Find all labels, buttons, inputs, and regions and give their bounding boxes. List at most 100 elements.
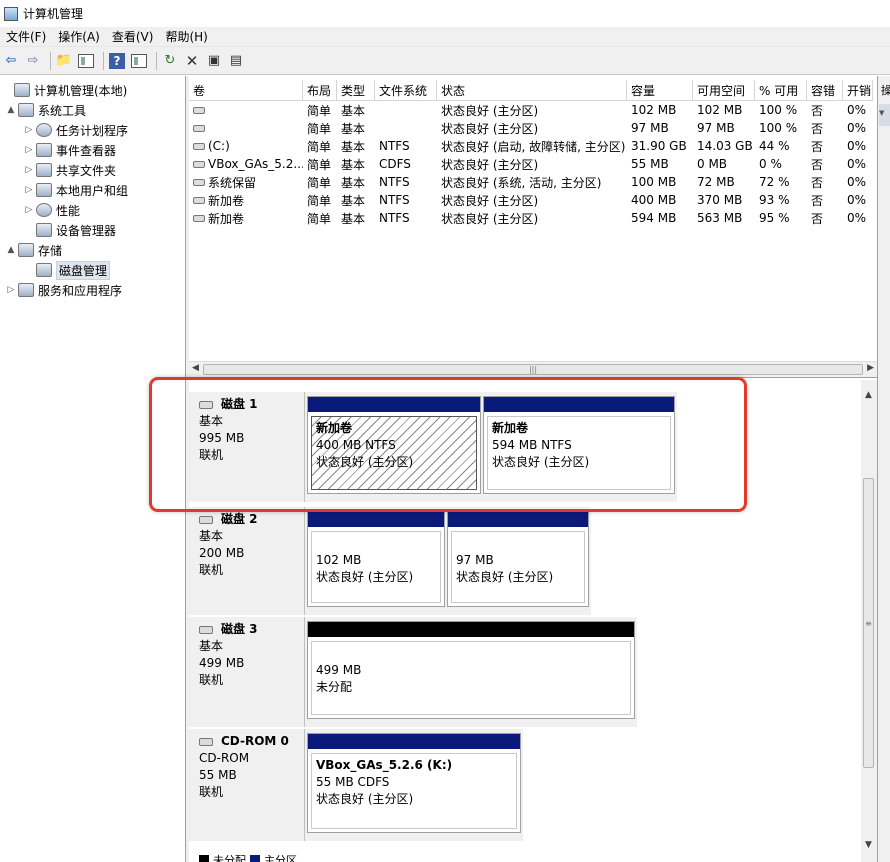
table-row[interactable]: 简单 基本 状态良好 (主分区) 97 MB 97 MB 100 % 否 0% — [189, 119, 873, 137]
partition-block[interactable]: 97 MB 状态良好 (主分区) — [447, 511, 589, 607]
table-cell: 新加卷 — [189, 191, 303, 209]
menu-file[interactable]: 文件(F) — [0, 28, 52, 45]
back-icon[interactable]: ⇦ — [2, 52, 20, 70]
disk-info[interactable]: 磁盘 3 基本 499 MB 联机 — [189, 617, 305, 727]
table-row[interactable]: 新加卷 简单 基本 NTFS 状态良好 (主分区) 594 MB 563 MB 95 % 否 0% — [189, 209, 873, 227]
partition-block[interactable]: VBox_GAs_5.2.6 (K:) 55 MB CDFS 状态良好 (主分区) — [307, 733, 521, 833]
column-header[interactable]: 状态 — [437, 80, 627, 101]
partition-details: 499 MB 未分配 — [311, 641, 631, 715]
tree-item[interactable]: ▷ 任务计划程序 — [24, 120, 128, 140]
column-header[interactable]: 类型 — [337, 80, 375, 101]
help-icon[interactable]: ? — [108, 52, 126, 70]
partition-status: 状态良好 (主分区) — [316, 570, 414, 584]
show-tree-icon[interactable] — [77, 52, 95, 70]
forward-icon[interactable]: ⇨ — [24, 52, 42, 70]
table-row[interactable]: VBox_GAs_5.2.... 简单 基本 CDFS 状态良好 (主分区) 55 MB 0… — [189, 155, 873, 173]
disk-name: 磁盘 2 — [199, 511, 304, 528]
expand-arrow-icon[interactable]: ▷ — [24, 145, 34, 155]
toolbar: ⇦ ⇨ 📁 ? ↻ ✕ ▣ ▤ — [0, 47, 890, 75]
expand-arrow-icon[interactable]: ▷ — [24, 125, 34, 135]
column-header[interactable]: % 可用 — [755, 80, 807, 101]
table-cell: 新加卷 — [189, 209, 303, 227]
partition-status: 状态良好 (主分区) — [456, 570, 554, 584]
disk-row[interactable]: 磁盘 2 基本 200 MB 联机 102 MB 状态良好 (主分区) 97 MB 状态良好 … — [189, 507, 591, 615]
column-header[interactable]: 文件系统 — [375, 80, 437, 101]
volume-name: 系统保留 — [208, 175, 257, 190]
vertical-scrollbar[interactable]: ▲ ≡ ▼ — [861, 380, 877, 862]
tree-item[interactable]: ▷ 共享文件夹 — [24, 160, 116, 180]
panel-icon[interactable] — [130, 52, 148, 70]
volume-list-header: 卷布局 类型 文件系统 状态 容量 可用空间% 可用 容错 开销 — [189, 80, 873, 101]
disk-info[interactable]: 磁盘 2 基本 200 MB 联机 — [189, 507, 305, 615]
expand-arrow-icon[interactable]: ▲ — [6, 105, 16, 115]
table-cell: 否 — [811, 139, 824, 154]
tree-item[interactable]: ▲ 存储 — [6, 240, 62, 260]
disk-info[interactable]: 磁盘 1 基本 995 MB 联机 — [189, 392, 305, 502]
table-row[interactable]: 系统保留 简单 基本 NTFS 状态良好 (系统, 活动, 主分区) 100 MB 72 M… — [189, 173, 873, 191]
column-header[interactable]: 可用空间 — [693, 80, 755, 101]
expand-arrow-icon[interactable]: ▷ — [6, 285, 16, 295]
table-row[interactable]: 新加卷 简单 基本 NTFS 状态良好 (主分区) 400 MB 370 MB 93 % 否 0% — [189, 191, 873, 209]
expand-arrow-icon[interactable]: ▷ — [24, 165, 34, 175]
tree-item[interactable]: 计算机管理(本地) — [2, 80, 127, 100]
table-cell: 44 % — [759, 139, 790, 153]
table-row[interactable]: 简单 基本 状态良好 (主分区) 102 MB 102 MB 100 % 否 0% — [189, 101, 873, 119]
horizontal-scrollbar[interactable]: ◀ ||| ▶ — [189, 361, 877, 377]
disk-name-label: 磁盘 3 — [221, 622, 258, 636]
table-cell: 简单 — [307, 139, 332, 154]
tree-item-label: 性能 — [56, 203, 81, 218]
volume-icon — [193, 160, 205, 168]
expand-arrow-icon[interactable]: ▷ — [24, 185, 34, 195]
partition-status: 未分配 — [316, 680, 353, 694]
tree-item[interactable]: ▷ 事件查看器 — [24, 140, 116, 160]
legend-swatch-primary — [250, 855, 260, 862]
scrollbar-thumb[interactable]: ||| — [203, 364, 863, 375]
menu-view[interactable]: 查看(V) — [106, 28, 160, 45]
menu-help[interactable]: 帮助(H) — [159, 28, 213, 45]
scrollbar-thumb[interactable]: ≡ — [863, 478, 874, 768]
tree-item[interactable]: ▷ 本地用户和组 — [24, 180, 128, 200]
disk-row[interactable]: 磁盘 1 基本 995 MB 联机 新加卷 400 MB NTFS 状态良好 (主分区) 新加… — [189, 392, 677, 502]
disk-name: 磁盘 1 — [199, 396, 304, 413]
expand-arrow-icon[interactable]: ▲ — [6, 245, 16, 255]
properties-icon[interactable]: ▣ — [205, 52, 223, 70]
disk-icon — [199, 400, 213, 409]
partition-block[interactable]: 新加卷 400 MB NTFS 状态良好 (主分区) — [307, 396, 481, 494]
expand-arrow-icon[interactable]: ▷ — [24, 205, 34, 215]
refresh-icon[interactable]: ↻ — [161, 52, 179, 70]
partition-block[interactable]: 102 MB 状态良好 (主分区) — [307, 511, 445, 607]
up-folder-icon[interactable]: 📁 — [55, 52, 73, 70]
tree-item-label: 存储 — [38, 243, 63, 258]
table-row[interactable]: (C:) 简单 基本 NTFS 状态良好 (启动, 故障转储, 主分区) 31.90 GB… — [189, 137, 873, 155]
disk-row[interactable]: CD-ROM 0 CD-ROM 55 MB 联机 VBox_GAs_5.2.6 (K:)… — [189, 729, 523, 841]
tree-item[interactable]: ▷ 性能 — [24, 200, 80, 220]
scroll-up-icon[interactable]: ▲ — [865, 390, 872, 400]
action-item[interactable]: ▼ — [879, 104, 890, 126]
disk-row[interactable]: 磁盘 3 基本 499 MB 联机 499 MB 未分配 — [189, 617, 637, 727]
scroll-down-icon[interactable]: ▼ — [865, 840, 872, 850]
disk-status: 联机 — [199, 785, 224, 799]
scroll-left-icon[interactable]: ◀ — [192, 363, 199, 373]
disk-info[interactable]: CD-ROM 0 CD-ROM 55 MB 联机 — [189, 729, 305, 841]
disk-name: CD-ROM 0 — [199, 733, 304, 750]
column-header[interactable]: 开销 — [843, 80, 873, 101]
disk-type: 基本 — [199, 529, 224, 543]
column-header[interactable]: 卷 — [189, 80, 303, 101]
unallocated-space[interactable]: 499 MB 未分配 — [307, 621, 635, 719]
disk-size: 499 MB — [199, 656, 245, 670]
table-cell: 102 MB — [631, 103, 677, 117]
tree-item[interactable]: ▲ 系统工具 — [6, 100, 86, 120]
column-header[interactable]: 布局 — [303, 80, 337, 101]
column-header[interactable]: 容量 — [627, 80, 693, 101]
delete-icon[interactable]: ✕ — [183, 52, 201, 70]
partition-block[interactable]: 新加卷 594 MB NTFS 状态良好 (主分区) — [483, 396, 675, 494]
column-header[interactable]: 容错 — [807, 80, 843, 101]
tree-item[interactable]: 磁盘管理 — [24, 260, 111, 280]
menu-action[interactable]: 操作(A) — [52, 28, 106, 45]
partition-bar — [308, 734, 520, 749]
tree-item[interactable]: ▷ 服务和应用程序 — [6, 280, 122, 300]
tree-item[interactable]: 设备管理器 — [24, 220, 116, 240]
table-cell: 状态良好 (主分区) — [441, 157, 539, 172]
scroll-right-icon[interactable]: ▶ — [867, 363, 874, 373]
export-icon[interactable]: ▤ — [227, 52, 245, 70]
